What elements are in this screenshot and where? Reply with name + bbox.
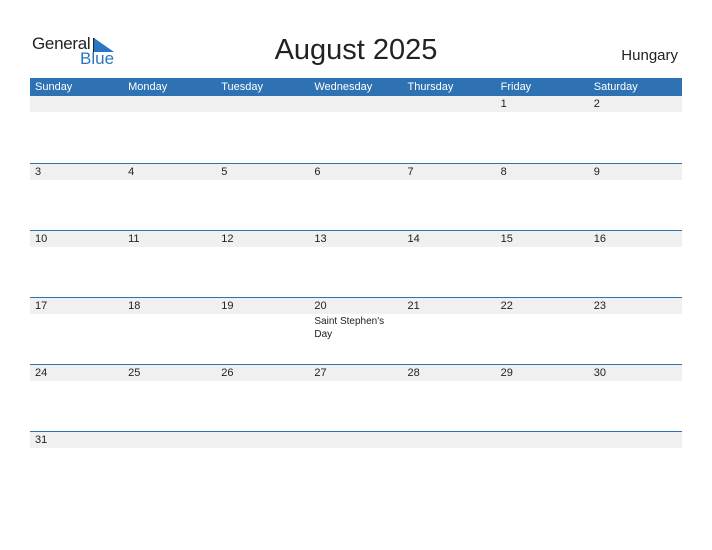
day-number: 12 [221,233,234,245]
day-number: 31 [35,434,48,446]
day-number: 17 [35,300,48,312]
weeks-container: 1 2 3 4 5 6 7 8 9 10 11 12 13 14 15 16 17 18 19 20 Saint Ste… [30,96,682,498]
day-cell: 17 [30,298,123,314]
day-cell [123,96,216,112]
day-number: 28 [407,367,420,379]
date-strip: 3 4 5 6 7 8 9 [30,164,682,180]
weekday-wednesday: Wednesday [314,81,373,93]
week-row: 24 25 26 27 28 29 30 [30,364,682,431]
week-row: 3 4 5 6 7 8 9 [30,163,682,230]
day-number: 7 [407,166,414,178]
date-strip: 24 25 26 27 28 29 30 [30,365,682,381]
day-cell [30,96,123,112]
weekday-tuesday: Tuesday [221,81,264,93]
weekday-monday: Monday [128,81,168,93]
day-cell: 1 [496,96,589,112]
day-cell [403,96,496,112]
day-number: 29 [500,367,513,379]
day-number: 14 [407,233,420,245]
day-number: 23 [593,300,606,312]
day-cell: 27 [309,365,402,381]
day-cell: 9 [589,164,682,180]
day-number: 10 [35,233,48,245]
day-number: 2 [593,98,600,110]
day-number: 6 [314,166,321,178]
day-number: 1 [500,98,507,110]
day-number: 5 [221,166,228,178]
day-number: 8 [500,166,507,178]
day-cell: 18 [123,298,216,314]
day-cell [123,432,216,448]
calendar-title: August 2025 [274,34,438,66]
day-cell: 26 [216,365,309,381]
day-cell: 15 [496,231,589,247]
week-row: 12 [30,96,682,163]
day-cell: 7 [403,164,496,180]
day-cell [309,432,402,448]
day-number: 9 [593,166,600,178]
day-cell: 3 [30,164,123,180]
country-label: Hungary [621,47,678,64]
day-cell: 5 [216,164,309,180]
date-strip: 31 [30,432,682,448]
day-cell [216,432,309,448]
weekday-saturday: Saturday [593,81,638,93]
date-strip: 17 18 19 20 Saint Stephen's Day 21 22 23 [30,298,682,340]
week-row: 17 18 19 20 Saint Stephen's Day 21 22 23 [30,297,682,364]
weekday-friday: Friday [500,81,532,93]
day-cell: 24 [30,365,123,381]
day-cell [216,96,309,112]
day-number: 11 [128,233,140,245]
day-cell: 21 [403,298,496,314]
day-cell: 10 [30,231,123,247]
day-cell: 28 [403,365,496,381]
day-number: 24 [35,367,48,379]
weekday-thursday: Thursday [407,81,454,93]
day-number: 16 [593,233,606,245]
day-cell [589,432,682,448]
day-cell: 13 [309,231,402,247]
day-cell [496,432,589,448]
day-number: 27 [314,367,327,379]
day-number: 4 [128,166,135,178]
day-cell: 4 [123,164,216,180]
date-strip: 12 [30,96,682,112]
day-number: 26 [221,367,234,379]
day-cell: 8 [496,164,589,180]
holiday-label: Saint Stephen's Day [314,316,385,340]
day-number: 19 [221,300,234,312]
day-cell: 25 [123,365,216,381]
week-row: 10 11 12 13 14 15 16 [30,230,682,297]
week-row: 31 [30,431,682,498]
day-number: 30 [593,367,606,379]
day-cell: 19 [216,298,309,314]
day-number: 20 [314,300,327,312]
day-cell: 30 [589,365,682,381]
day-number: 25 [128,367,141,379]
day-cell [403,432,496,448]
day-cell: 31 [30,432,123,448]
day-cell: 11 [123,231,216,247]
day-number: 21 [407,300,420,312]
weekday-sunday: Sunday [35,81,73,93]
day-cell: 20 Saint Stephen's Day [309,298,402,340]
day-number: 18 [128,300,141,312]
calendar-grid: Sunday Monday Tuesday Wednesday Thursday… [30,78,682,498]
day-cell: 12 [216,231,309,247]
day-number: 13 [314,233,327,245]
day-cell: 29 [496,365,589,381]
day-cell: 14 [403,231,496,247]
day-cell: 16 [589,231,682,247]
day-cell [309,96,402,112]
day-number: 22 [500,300,513,312]
weekday-header: Sunday Monday Tuesday Wednesday Thursday… [30,78,682,96]
day-number: 3 [35,166,42,178]
day-cell: 6 [309,164,402,180]
day-cell: 23 [589,298,682,314]
date-strip: 10 11 12 13 14 15 16 [30,231,682,247]
day-cell: 2 [589,96,682,112]
day-cell: 22 [496,298,589,314]
day-number: 15 [500,233,513,245]
